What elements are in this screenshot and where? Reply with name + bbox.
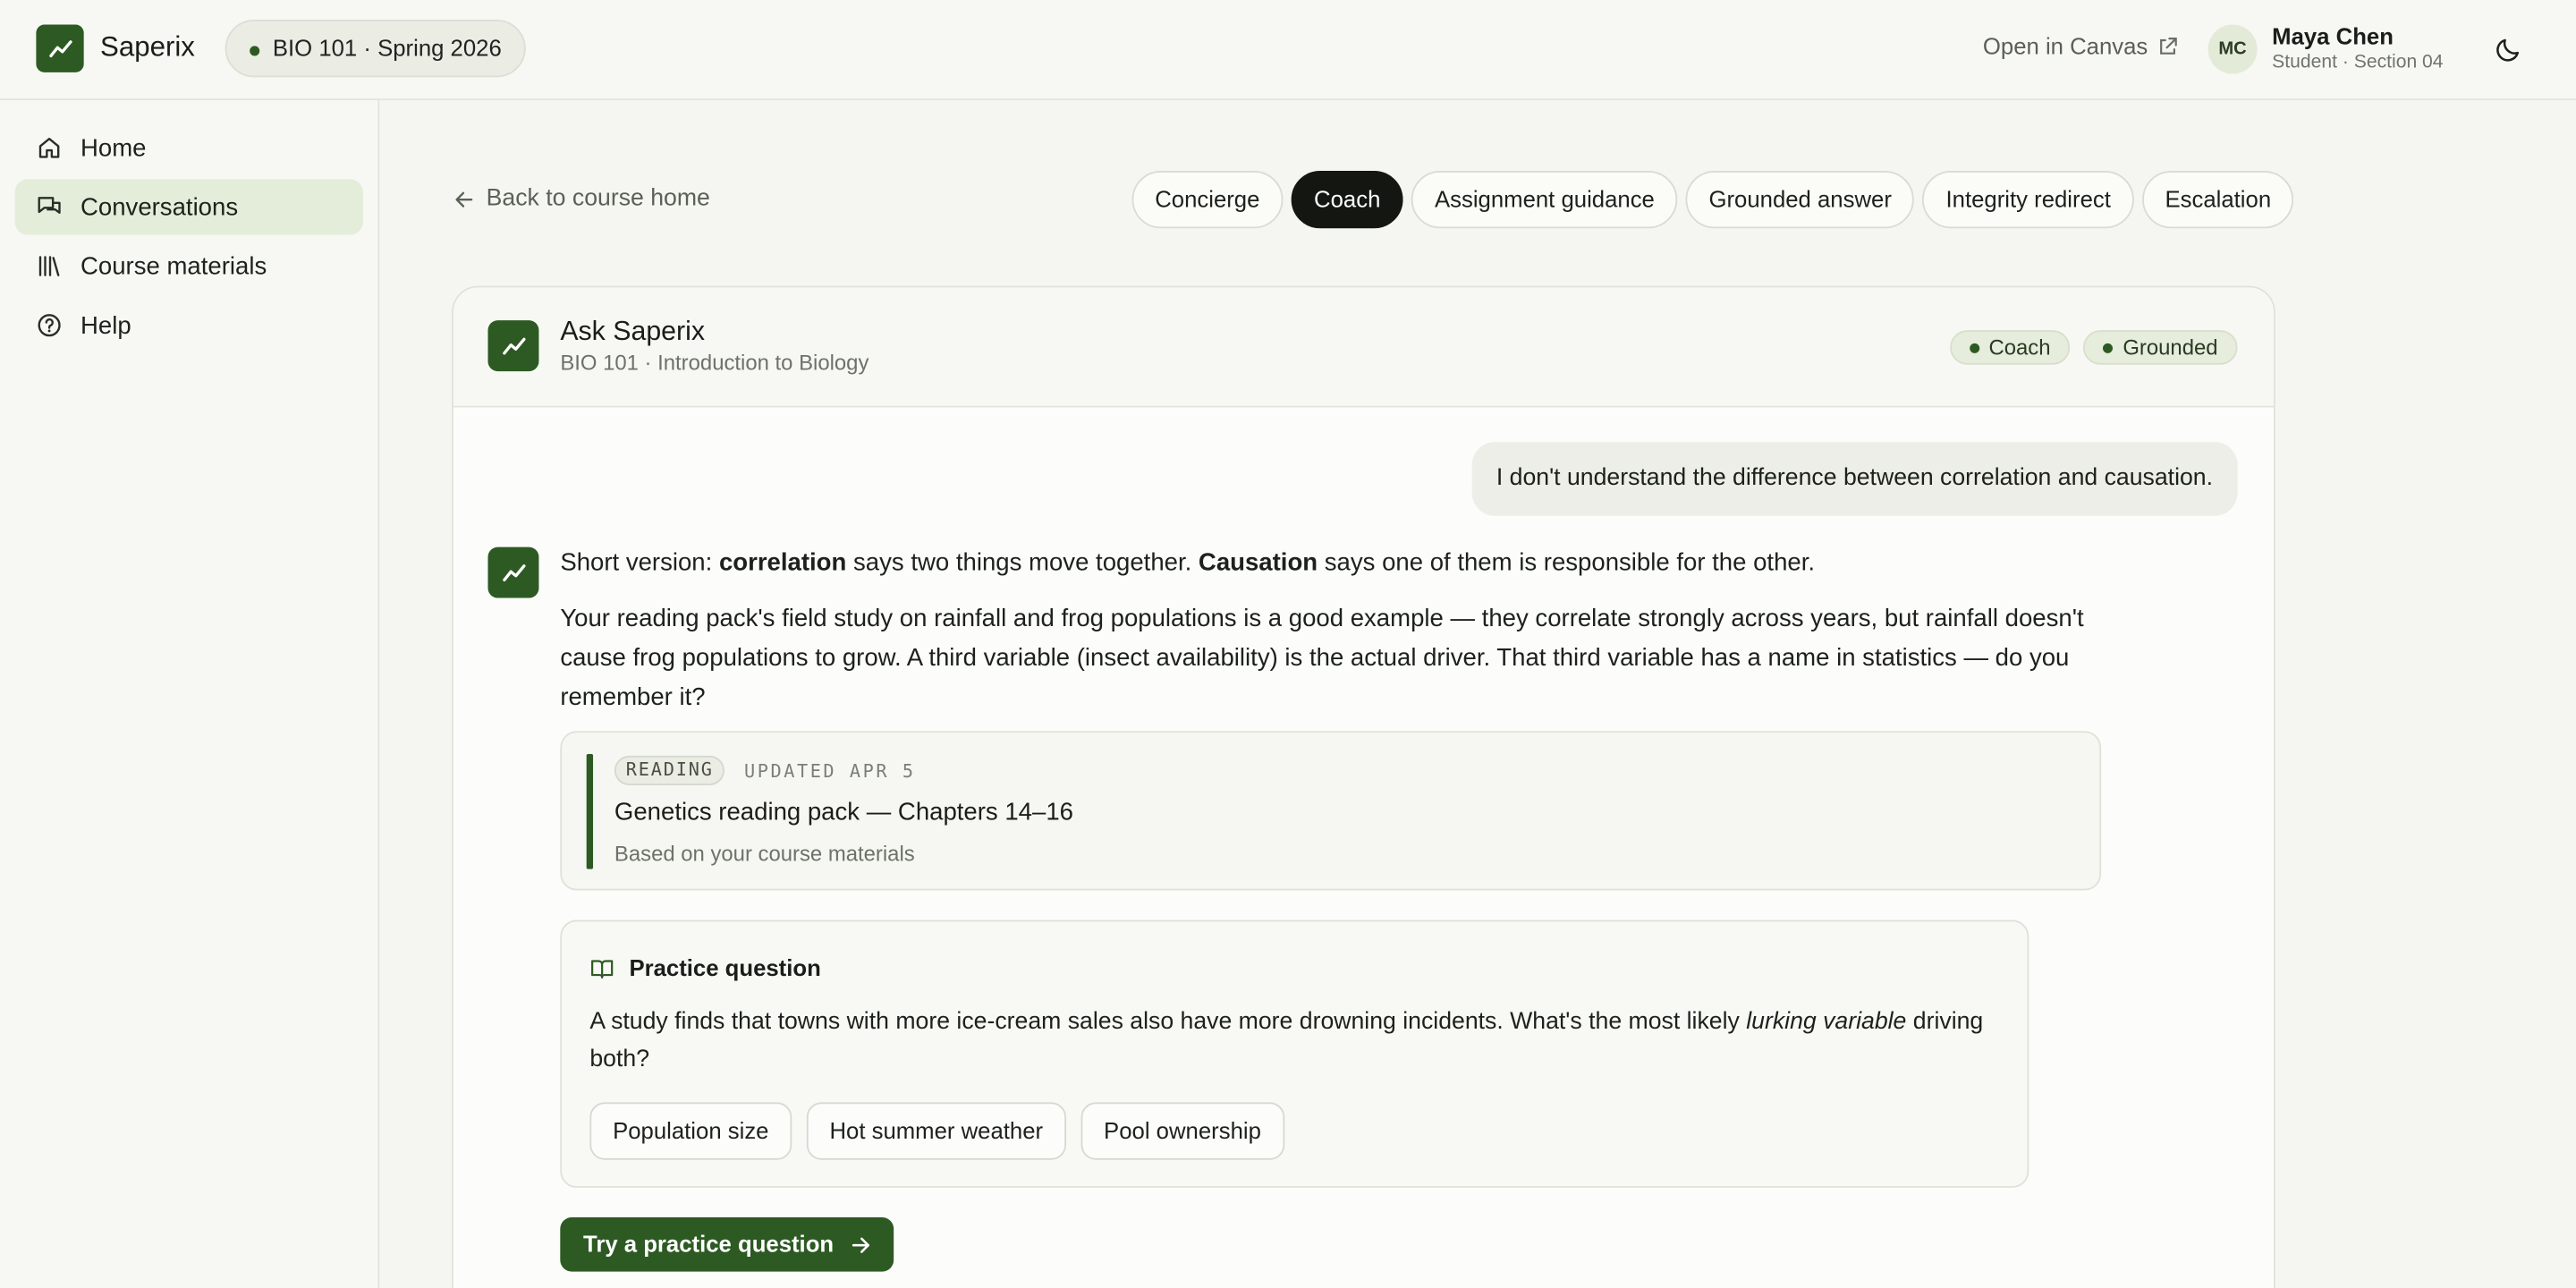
moon-icon [2496,38,2519,61]
sidebar-item-conversations[interactable]: Conversations [14,179,363,235]
home-icon [38,138,60,158]
assistant-summary: Short version: correlation says two thin… [560,547,1815,580]
logo-icon[interactable] [36,24,84,72]
try-practice-question-button[interactable]: Try a practice question [560,1216,894,1272]
status-badge: Coach [1949,330,2071,365]
answer-option-button[interactable]: Population size [589,1102,792,1160]
summary-prefix: Short version: [560,548,719,577]
summary-mid: says two things move together. [846,548,1199,577]
external-link-icon [2160,37,2178,54]
term-causation: Causation [1198,548,1318,577]
cta-label: Try a practice question [583,1230,835,1258]
back-to-course-label: Back to course home [486,185,710,212]
sidebar-item-label: Help [80,311,131,340]
source-updated-date: UPDATED APR 5 [744,760,916,783]
tab-assignment-guidance[interactable]: Assignment guidance [1411,171,1678,229]
status-badge: Grounded [2083,330,2238,365]
mode-tabs: Concierge Coach Assignment guidance Grou… [1131,171,2294,229]
practice-question-card: Practice question A study finds that tow… [560,919,2029,1188]
chat-icon [38,197,61,215]
answer-option-button[interactable]: Pool ownership [1080,1102,1284,1160]
user-role: Student · Section 04 [2272,52,2444,72]
answer-options: Population size Hot summer weather Pool … [589,1102,1284,1160]
course-selector-label: BIO 101 · Spring 2026 [272,34,502,61]
user-message-bubble: I don't understand the difference betwee… [1471,442,2238,516]
assistant-avatar [487,547,539,598]
tab-integrity-redirect[interactable]: Integrity redirect [1922,171,2134,229]
avatar[interactable]: MC [2207,24,2258,74]
back-to-course-link[interactable]: Back to course home [453,186,710,212]
chat-subtitle: BIO 101 · Introduction to Biology [560,350,869,375]
source-subtitle: Based on your course materials [614,841,915,866]
sidebar-item-home[interactable]: Home [15,120,363,175]
answer-option-button[interactable]: Hot summer weather [806,1102,1066,1160]
brand-name: Saperix [100,30,195,63]
source-title: Genetics reading pack — Chapters 14–16 [614,798,1073,826]
open-in-canvas-label: Open in Canvas [1982,32,2148,60]
question-prefix: A study finds that towns with more ice-c… [589,1008,1747,1036]
term-correlation: correlation [718,548,847,577]
app-root: Saperix BIO 101 · Spring 2026 Open in Ca… [0,0,2576,1288]
assistant-logo [487,320,539,372]
arrow-left-icon [455,191,473,207]
help-icon [38,314,61,337]
question-emphasis: lurking variable [1746,1008,1907,1036]
course-selector[interactable]: BIO 101 · Spring 2026 [225,20,527,78]
chat-title: Ask Saperix [560,317,706,347]
source-citation-card[interactable]: READING UPDATED APR 5 Genetics reading p… [560,731,2102,891]
status-dot [250,46,260,56]
library-icon [38,256,60,276]
book-open-icon [591,959,614,979]
tab-coach[interactable]: Coach [1291,171,1404,229]
assistant-explanation: Your reading pack's field study on rainf… [560,604,2084,712]
sidebar-item-help[interactable]: Help [15,297,363,352]
user-name: Maya Chen [2272,22,2394,50]
sidebar-item-course-materials[interactable]: Course materials [15,238,363,293]
source-type-tag: READING [614,755,725,785]
chat-header: Ask Saperix BIO 101 · Introduction to Bi… [453,287,2274,408]
mode-badges: Coach Grounded [1949,330,2238,365]
practice-heading: Practice question [629,954,821,981]
arrow-right-icon [851,1236,869,1252]
tab-grounded-answer[interactable]: Grounded answer [1685,171,1915,229]
trend-icon [502,336,525,354]
tab-concierge[interactable]: Concierge [1131,171,1284,229]
top-bar: Saperix BIO 101 · Spring 2026 Open in Ca… [0,0,2576,101]
sidebar: Home Conversations Course materials Help [0,100,380,1288]
trend-icon [502,564,525,581]
sidebar-item-label: Course materials [80,251,267,281]
practice-question-text: A study finds that towns with more ice-c… [589,1004,1986,1079]
citation-accent-bar [586,754,594,869]
open-in-canvas-link[interactable]: Open in Canvas [1983,33,2179,59]
practice-header: Practice question [589,954,821,981]
summary-suffix: says one of them is responsible for the … [1318,548,1816,577]
sidebar-item-label: Home [80,133,147,162]
tab-escalation[interactable]: Escalation [2141,171,2294,229]
chat-panel: Ask Saperix BIO 101 · Introduction to Bi… [452,285,2275,1288]
theme-toggle-button[interactable] [2490,33,2523,66]
trend-icon [48,39,72,57]
sidebar-item-label: Conversations [80,192,239,222]
